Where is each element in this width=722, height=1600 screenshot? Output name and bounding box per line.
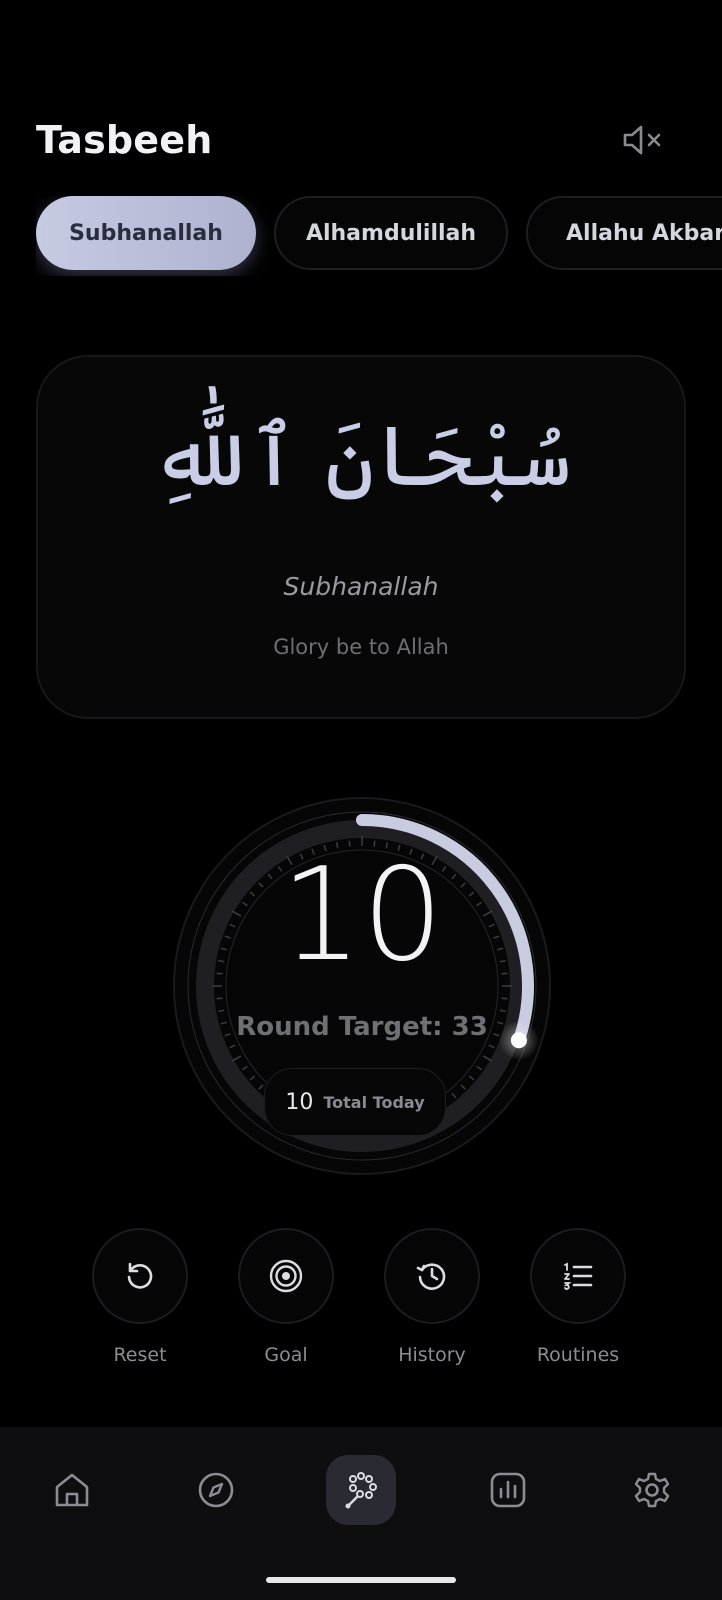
compass-icon <box>198 1472 234 1508</box>
count-value: 10 <box>280 841 444 990</box>
arabic-text: سُبْحَانَ ٱللَّٰهِ <box>150 407 572 505</box>
dhikr-tab-bar: Subhanallah Alhamdulillah Allahu Akbar <box>36 196 722 276</box>
dhikr-card: سُبْحَانَ ٱللَّٰهِ Subhanallah Glory be … <box>36 355 686 719</box>
nav-explore[interactable] <box>181 1455 251 1525</box>
home-icon <box>55 1473 89 1507</box>
speaker-mute-icon <box>623 125 661 155</box>
mute-button[interactable] <box>622 124 666 156</box>
reset-label: Reset <box>113 1344 167 1366</box>
history-button[interactable]: History <box>382 1228 482 1366</box>
tab-subhanallah[interactable]: Subhanallah <box>36 196 256 270</box>
transliteration: Subhanallah <box>283 572 439 601</box>
tab-allahu-akbar[interactable]: Allahu Akbar <box>526 196 722 270</box>
page-title: Tasbeeh <box>36 118 213 162</box>
history-icon <box>416 1263 446 1290</box>
total-today-label: Total Today <box>323 1092 425 1112</box>
translation: Glory be to Allah <box>273 635 449 659</box>
goal-label: Goal <box>264 1344 308 1366</box>
list-icon <box>563 1262 593 1290</box>
nav-tasbeeh[interactable] <box>326 1455 396 1525</box>
stats-icon <box>490 1472 526 1508</box>
nav-stats[interactable] <box>473 1455 543 1525</box>
nav-home[interactable] <box>37 1455 107 1525</box>
goal-button[interactable]: Goal <box>236 1228 336 1366</box>
routines-button[interactable]: Routines <box>528 1228 628 1366</box>
reset-circle[interactable] <box>92 1228 188 1324</box>
reset-button[interactable]: Reset <box>90 1228 190 1366</box>
routines-circle[interactable] <box>530 1228 626 1324</box>
settings-icon <box>634 1472 670 1508</box>
action-row: Reset Goal History Routines <box>90 1228 650 1378</box>
tab-alhamdulillah[interactable]: Alhamdulillah <box>274 196 508 270</box>
total-today-value: 10 <box>285 1089 314 1115</box>
round-target: Round Target: 33 <box>236 1012 488 1042</box>
target-icon <box>269 1259 303 1293</box>
home-indicator <box>266 1577 456 1583</box>
history-circle[interactable] <box>384 1228 480 1324</box>
tap-counter[interactable]: 10 Round Target: 33 10 Total Today <box>170 794 554 1178</box>
tasbeeh-beads-icon <box>345 1472 377 1509</box>
goal-circle[interactable] <box>238 1228 334 1324</box>
bottom-navigation <box>0 1427 722 1600</box>
routines-label: Routines <box>536 1344 620 1366</box>
total-today-badge: 10 Total Today <box>264 1068 446 1136</box>
history-label: History <box>398 1344 466 1366</box>
nav-settings[interactable] <box>617 1455 687 1525</box>
reset-icon <box>127 1262 153 1289</box>
